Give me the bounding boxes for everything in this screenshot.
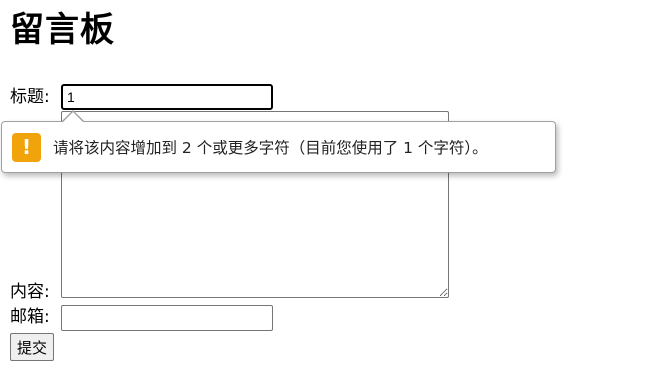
submit-button[interactable]: 提交 — [10, 333, 55, 361]
guestbook-page: 留言板 标题: 内容: 邮箱: 提交 ! 请将该内容增加到 2 个或更多字符（目… — [0, 0, 652, 372]
tooltip-arrow-inner — [63, 112, 83, 122]
validation-message: 请将该内容增加到 2 个或更多字符（目前您使用了 1 个字符）。 — [53, 139, 488, 157]
title-label: 标题: — [10, 87, 50, 107]
page-title: 留言板 — [10, 10, 115, 50]
email-input[interactable] — [61, 305, 273, 331]
title-input[interactable] — [61, 84, 273, 110]
email-label: 邮箱: — [10, 307, 50, 327]
validation-tooltip: ! 请将该内容增加到 2 个或更多字符（目前您使用了 1 个字符）。 — [1, 121, 556, 173]
content-label: 内容: — [10, 282, 50, 302]
warning-icon: ! — [12, 132, 41, 162]
